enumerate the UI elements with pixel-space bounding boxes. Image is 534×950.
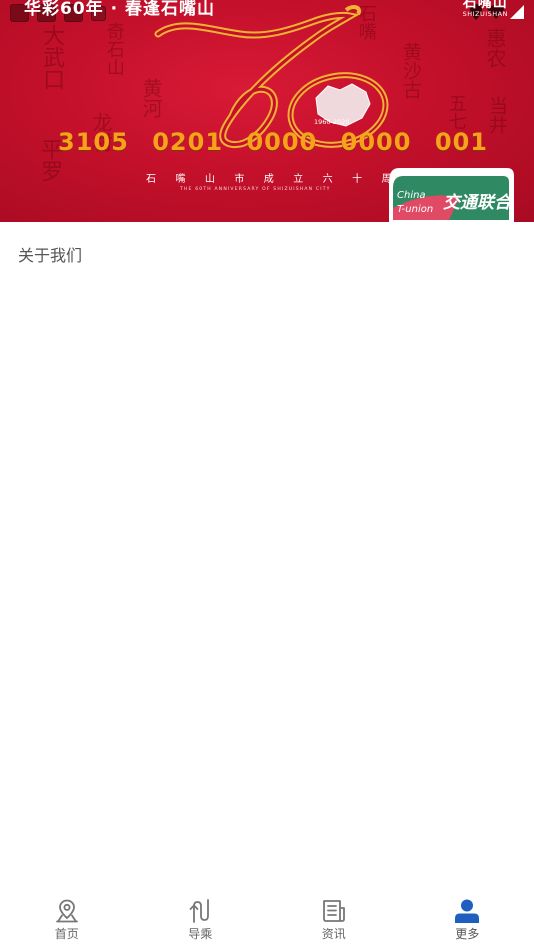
city-stamp: 石嘴山 SHIZUISHAN	[463, 0, 508, 18]
user-icon	[455, 899, 480, 923]
china-tunion-logo: China T-union 交通联合	[389, 168, 514, 222]
subtitle-char: 山	[204, 174, 215, 185]
banner-subtitle-cn: 石 嘴 山 市 成 立 六 十 周 年	[146, 170, 421, 185]
subtitle-char: 十	[352, 174, 363, 185]
card-number-group: 001	[434, 128, 488, 156]
newspaper-icon	[322, 900, 345, 922]
banner-subtitle-en: THE 60TH ANNIVERSARY OF SHIZUISHAN CITY	[180, 187, 331, 192]
city-name-en: SHIZUISHAN	[462, 10, 508, 18]
tunion-en-top: China	[397, 190, 426, 201]
tab-home-label: 首页	[54, 927, 79, 941]
card-number: 3105 0201 0000 0000 001	[58, 128, 488, 156]
subtitle-char: 石	[146, 174, 156, 185]
location-pin-icon	[55, 899, 78, 923]
subtitle-char: 立	[293, 174, 304, 185]
signal-icon	[510, 5, 524, 19]
about-us-label: 关于我们	[18, 246, 83, 265]
card-banner: 大武口 奇石山 黄河 龙村 平罗 惠农 五七 石嘴 黄沙古 当井 华彩60年 ·…	[0, 0, 534, 222]
calligraphy-6: 惠农	[483, 28, 507, 68]
subtitle-char: 市	[234, 174, 245, 185]
tab-more[interactable]: 更多	[401, 890, 534, 950]
calligraphy-1: 大武口	[39, 24, 65, 90]
calligraphy-9: 黄沙古	[399, 42, 422, 99]
card-number-group: 0000	[246, 128, 318, 156]
logo-years: 1960-2020	[314, 118, 349, 126]
city-name: 石嘴山	[462, 0, 508, 11]
card-number-group: 0000	[340, 128, 412, 156]
card-number-group: 0201	[152, 128, 224, 156]
tab-guide-label: 导乘	[188, 927, 213, 941]
tunion-cn: 交通联合	[443, 193, 514, 213]
tunion-en-bottom: T-union	[397, 204, 433, 215]
tab-more-label: 更多	[455, 927, 480, 941]
subtitle-char: 嘴	[175, 174, 186, 185]
subtitle-char: 成	[263, 174, 274, 185]
tab-news-label: 资讯	[321, 927, 346, 941]
tab-news[interactable]: 资讯	[267, 890, 401, 950]
calligraphy-2: 奇石山	[103, 22, 125, 76]
subtitle-char: 六	[322, 174, 333, 185]
card-number-group: 3105	[58, 128, 129, 156]
calligraphy-7: 五七	[445, 94, 467, 130]
calligraphy-10: 当井	[485, 96, 508, 134]
route-icon	[189, 899, 210, 923]
bottom-tab-bar: 首页 导乘 资讯 更多	[0, 890, 534, 950]
tab-home[interactable]: 首页	[0, 890, 134, 950]
tab-guide[interactable]: 导乘	[134, 890, 268, 950]
